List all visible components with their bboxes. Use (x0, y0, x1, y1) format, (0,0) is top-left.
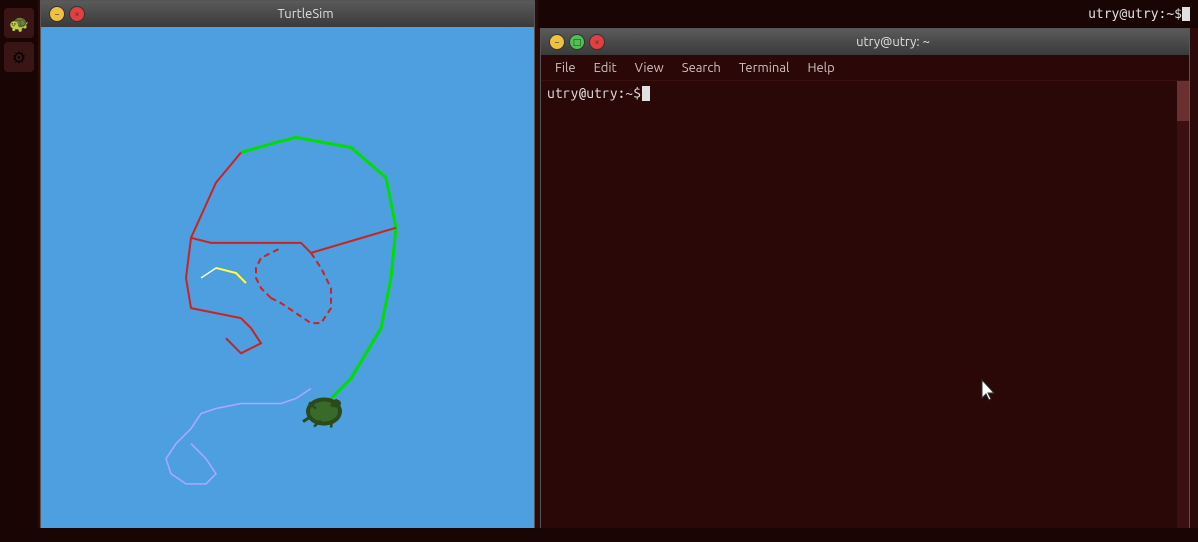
turtlesim-titlebar: − × TurtleSim (41, 1, 534, 27)
terminal-cursor (642, 86, 650, 101)
menu-view[interactable]: View (627, 59, 672, 77)
turtlesim-close-button[interactable]: × (69, 6, 85, 22)
menu-help[interactable]: Help (799, 59, 842, 77)
turtlesim-window: − × TurtleSim (40, 0, 535, 530)
green-path-2 (241, 142, 276, 152)
terminal-close-button[interactable]: × (589, 34, 605, 50)
white-accent-path (201, 268, 216, 278)
red-path-1 (191, 153, 396, 253)
terminal-body[interactable]: utry@utry:~$ (541, 81, 1189, 537)
terminal-prompt-text: utry@utry:~$ (547, 85, 641, 101)
menu-edit[interactable]: Edit (586, 59, 625, 77)
terminal-menubar: File Edit View Search Terminal Help (541, 55, 1189, 81)
menu-terminal[interactable]: Terminal (731, 59, 798, 77)
terminal-window-controls[interactable]: − □ × (549, 34, 605, 50)
turtle-paths-svg (41, 27, 534, 529)
terminal-titlebar: − □ × utry@utry: ~ (541, 29, 1189, 55)
terminal-scrollbar[interactable] (1177, 81, 1189, 541)
terminal-prompt-line: utry@utry:~$ (547, 85, 1183, 101)
white-path (166, 388, 311, 483)
turtlesim-minimize-button[interactable]: − (49, 6, 65, 22)
desktop-cursor (1182, 7, 1190, 21)
turtlesim-canvas (41, 27, 534, 529)
red-path-2 (186, 238, 241, 318)
turtlesim-window-controls[interactable]: − × (49, 6, 85, 22)
turtlesim-title: TurtleSim (85, 7, 526, 21)
bottom-bar (0, 528, 1198, 542)
terminal-minimize-button[interactable]: − (549, 34, 565, 50)
red-dashed-path (271, 253, 331, 323)
menu-search[interactable]: Search (674, 59, 729, 77)
red-path-3 (226, 318, 261, 353)
sidebar-icon-settings[interactable]: ⚙ (4, 42, 34, 72)
sidebar: 🐢 ⚙ (0, 0, 38, 542)
red-dashed-path-2 (256, 248, 281, 298)
terminal-maximize-button[interactable]: □ (569, 34, 585, 50)
yellow-path (216, 268, 246, 283)
terminal-window: − □ × utry@utry: ~ File Edit View Search… (540, 28, 1190, 538)
sidebar-icon-turtle[interactable]: 🐢 (4, 8, 34, 38)
terminal-scrollbar-thumb[interactable] (1177, 81, 1189, 121)
desktop-title: utry@utry:~$ (1088, 7, 1182, 22)
terminal-title: utry@utry: ~ (605, 35, 1181, 49)
green-path-1 (276, 137, 396, 398)
turtle-tail (303, 417, 311, 422)
desktop-topbar: utry@utry:~$ (538, 0, 1198, 28)
menu-file[interactable]: File (547, 59, 584, 77)
